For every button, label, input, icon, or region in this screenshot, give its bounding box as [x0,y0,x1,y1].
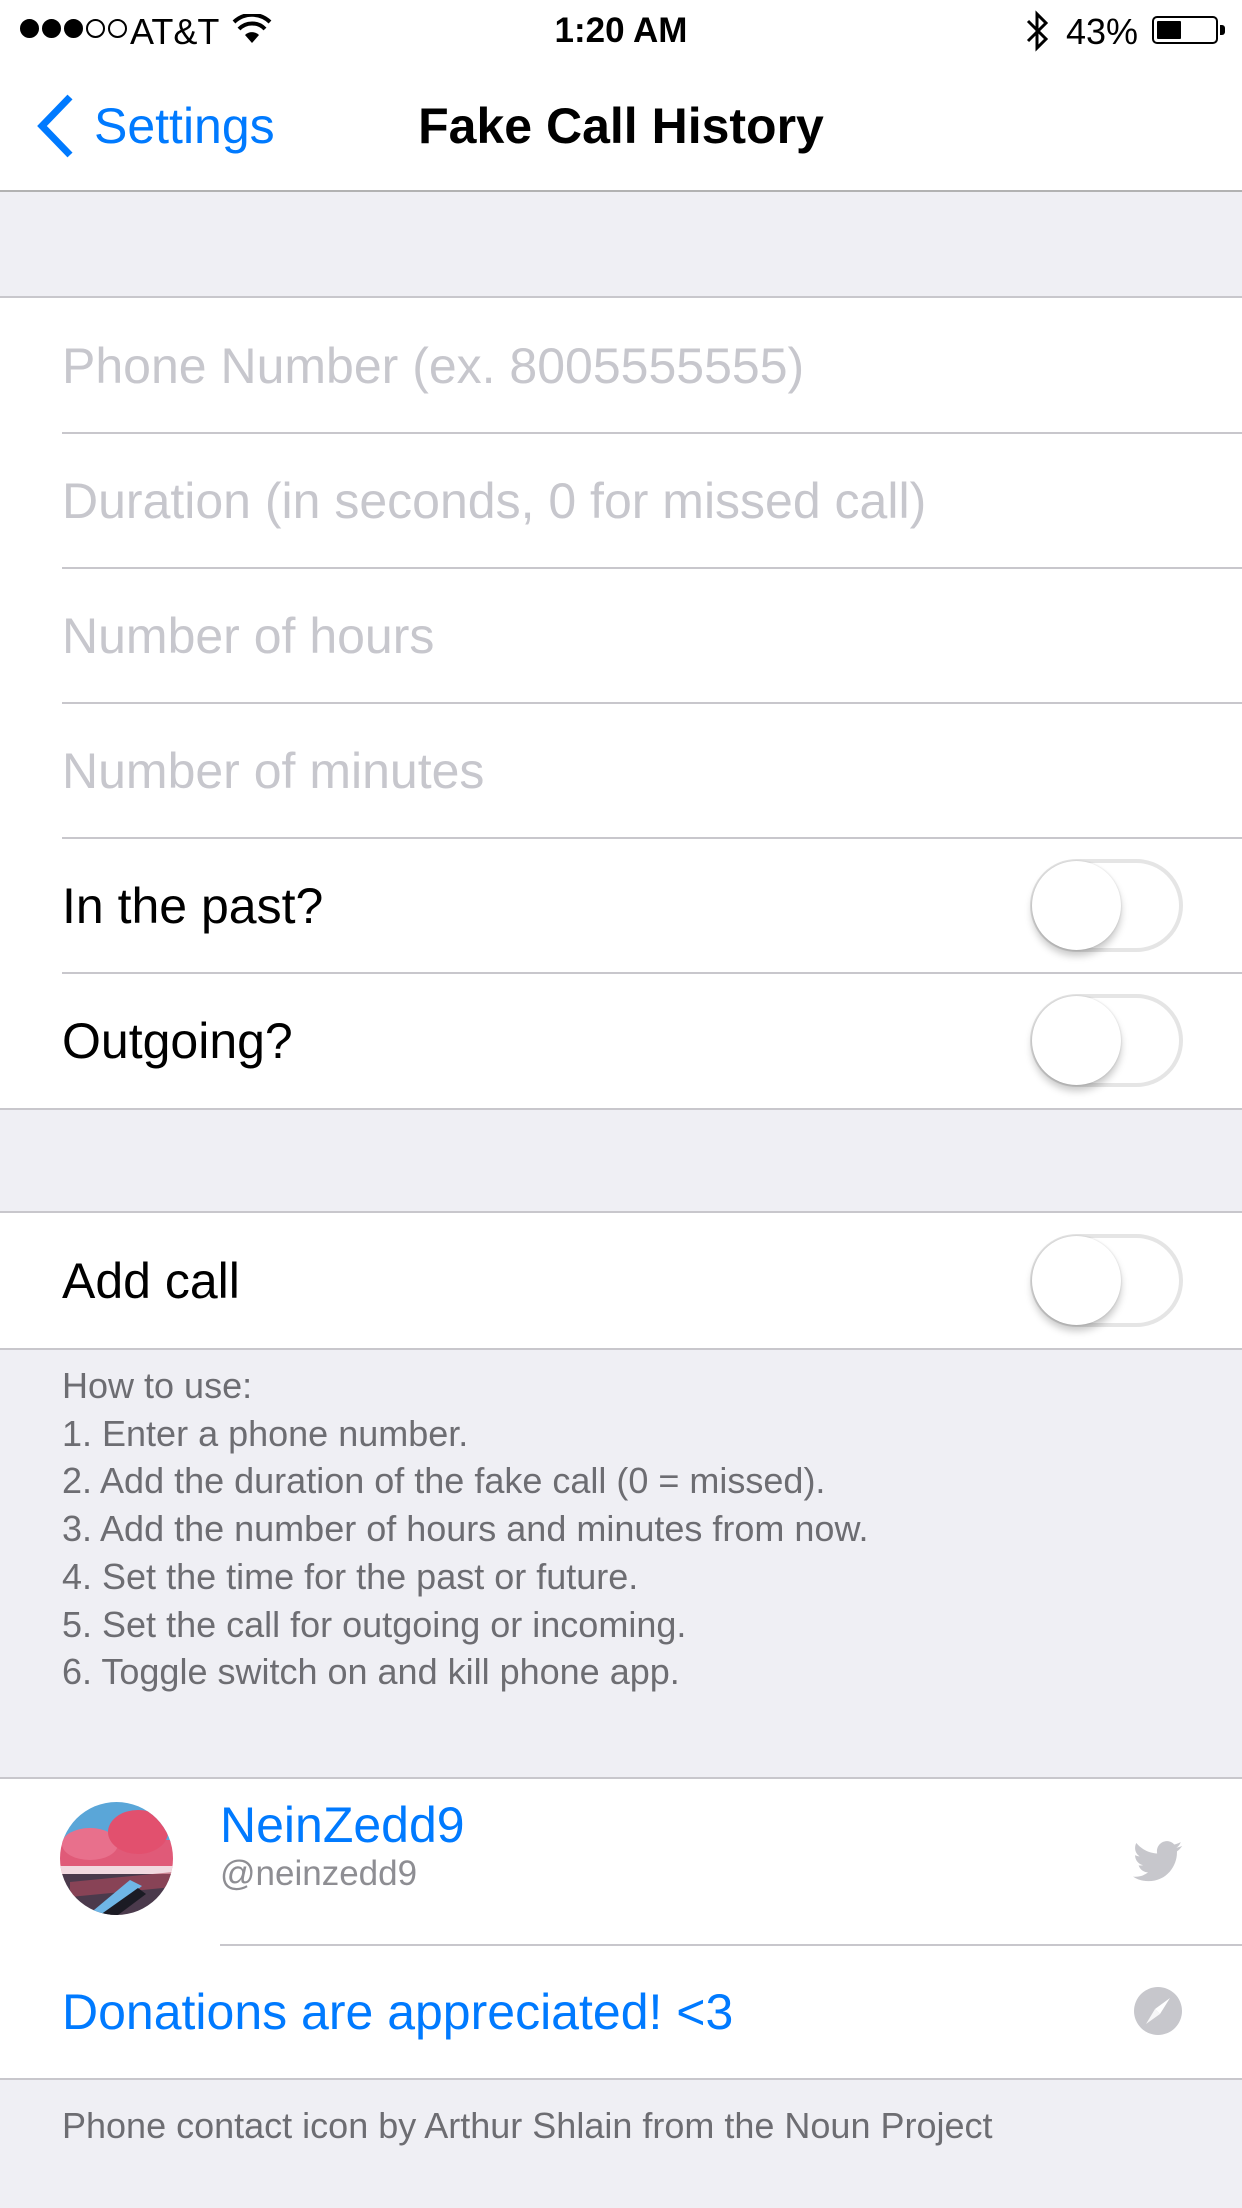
duration-row [0,432,1242,568]
status-time: 1:20 AM [554,11,688,50]
avatar-image [60,1802,173,1915]
call-details-group: In the past? Outgoing? [0,296,1242,1110]
links-group: NeinZedd9 @neinzedd9 Donations are appre… [0,1777,1242,2080]
instruction-step: 5. Set the call for outgoing or incoming… [62,1603,687,1645]
in-the-past-toggle[interactable] [1030,859,1183,952]
profile-name: NeinZedd9 [220,1797,465,1853]
in-the-past-label: In the past? [62,877,324,934]
outgoing-row: Outgoing? [0,972,1242,1108]
add-call-label: Add call [62,1252,240,1309]
bluetooth-icon [1026,10,1049,52]
credit-footer: Phone contact icon by Arthur Shlain from… [62,2105,993,2146]
instruction-step: 6. Toggle switch on and kill phone app. [62,1651,680,1693]
toggle-knob [1032,996,1121,1085]
phone-number-input[interactable] [62,336,1182,395]
minutes-row [0,702,1242,838]
duration-input[interactable] [62,471,1182,530]
instruction-step: 4. Set the time for the past or future. [62,1555,639,1597]
instructions-heading: How to use: [62,1365,253,1406]
instructions-footer: How to use: 1. Enter a phone number. 2. … [62,1362,1212,1696]
instruction-step: 3. Add the number of hours and minutes f… [62,1508,869,1550]
page-title: Fake Call History [418,98,824,154]
battery-level [1157,21,1182,39]
add-call-toggle[interactable] [1030,1234,1183,1327]
avatar [60,1802,173,1915]
instruction-step: 1. Enter a phone number. [62,1412,469,1454]
hours-row [0,567,1242,703]
battery-icon [1152,16,1218,44]
add-call-group: Add call [0,1211,1242,1350]
battery-percent: 43% [1066,11,1139,52]
profile-handle: @neinzedd9 [220,1854,418,1893]
donations-link[interactable]: Donations are appreciated! <3 [62,1983,733,2041]
add-call-row: Add call [0,1213,1242,1348]
outgoing-label: Outgoing? [62,1012,293,1069]
phone-number-row [0,298,1242,433]
twitter-profile-row[interactable]: NeinZedd9 @neinzedd9 [0,1779,1242,1946]
twitter-icon [1133,1841,1183,1882]
outgoing-toggle[interactable] [1030,994,1183,1087]
hours-input[interactable] [62,606,1182,665]
in-the-past-row: In the past? [0,837,1242,973]
toggle-knob [1032,1236,1121,1325]
safari-compass-icon [1134,1987,1182,2035]
donations-row[interactable]: Donations are appreciated! <3 [0,1945,1242,2078]
instruction-step: 2. Add the duration of the fake call (0 … [62,1460,826,1502]
battery-nub [1220,25,1225,35]
toggle-knob [1032,861,1121,950]
minutes-input[interactable] [62,741,1182,800]
status-bar: AT&T 1:20 AM 43% [0,0,1242,60]
navigation-bar: Settings Fake Call History [0,60,1242,192]
